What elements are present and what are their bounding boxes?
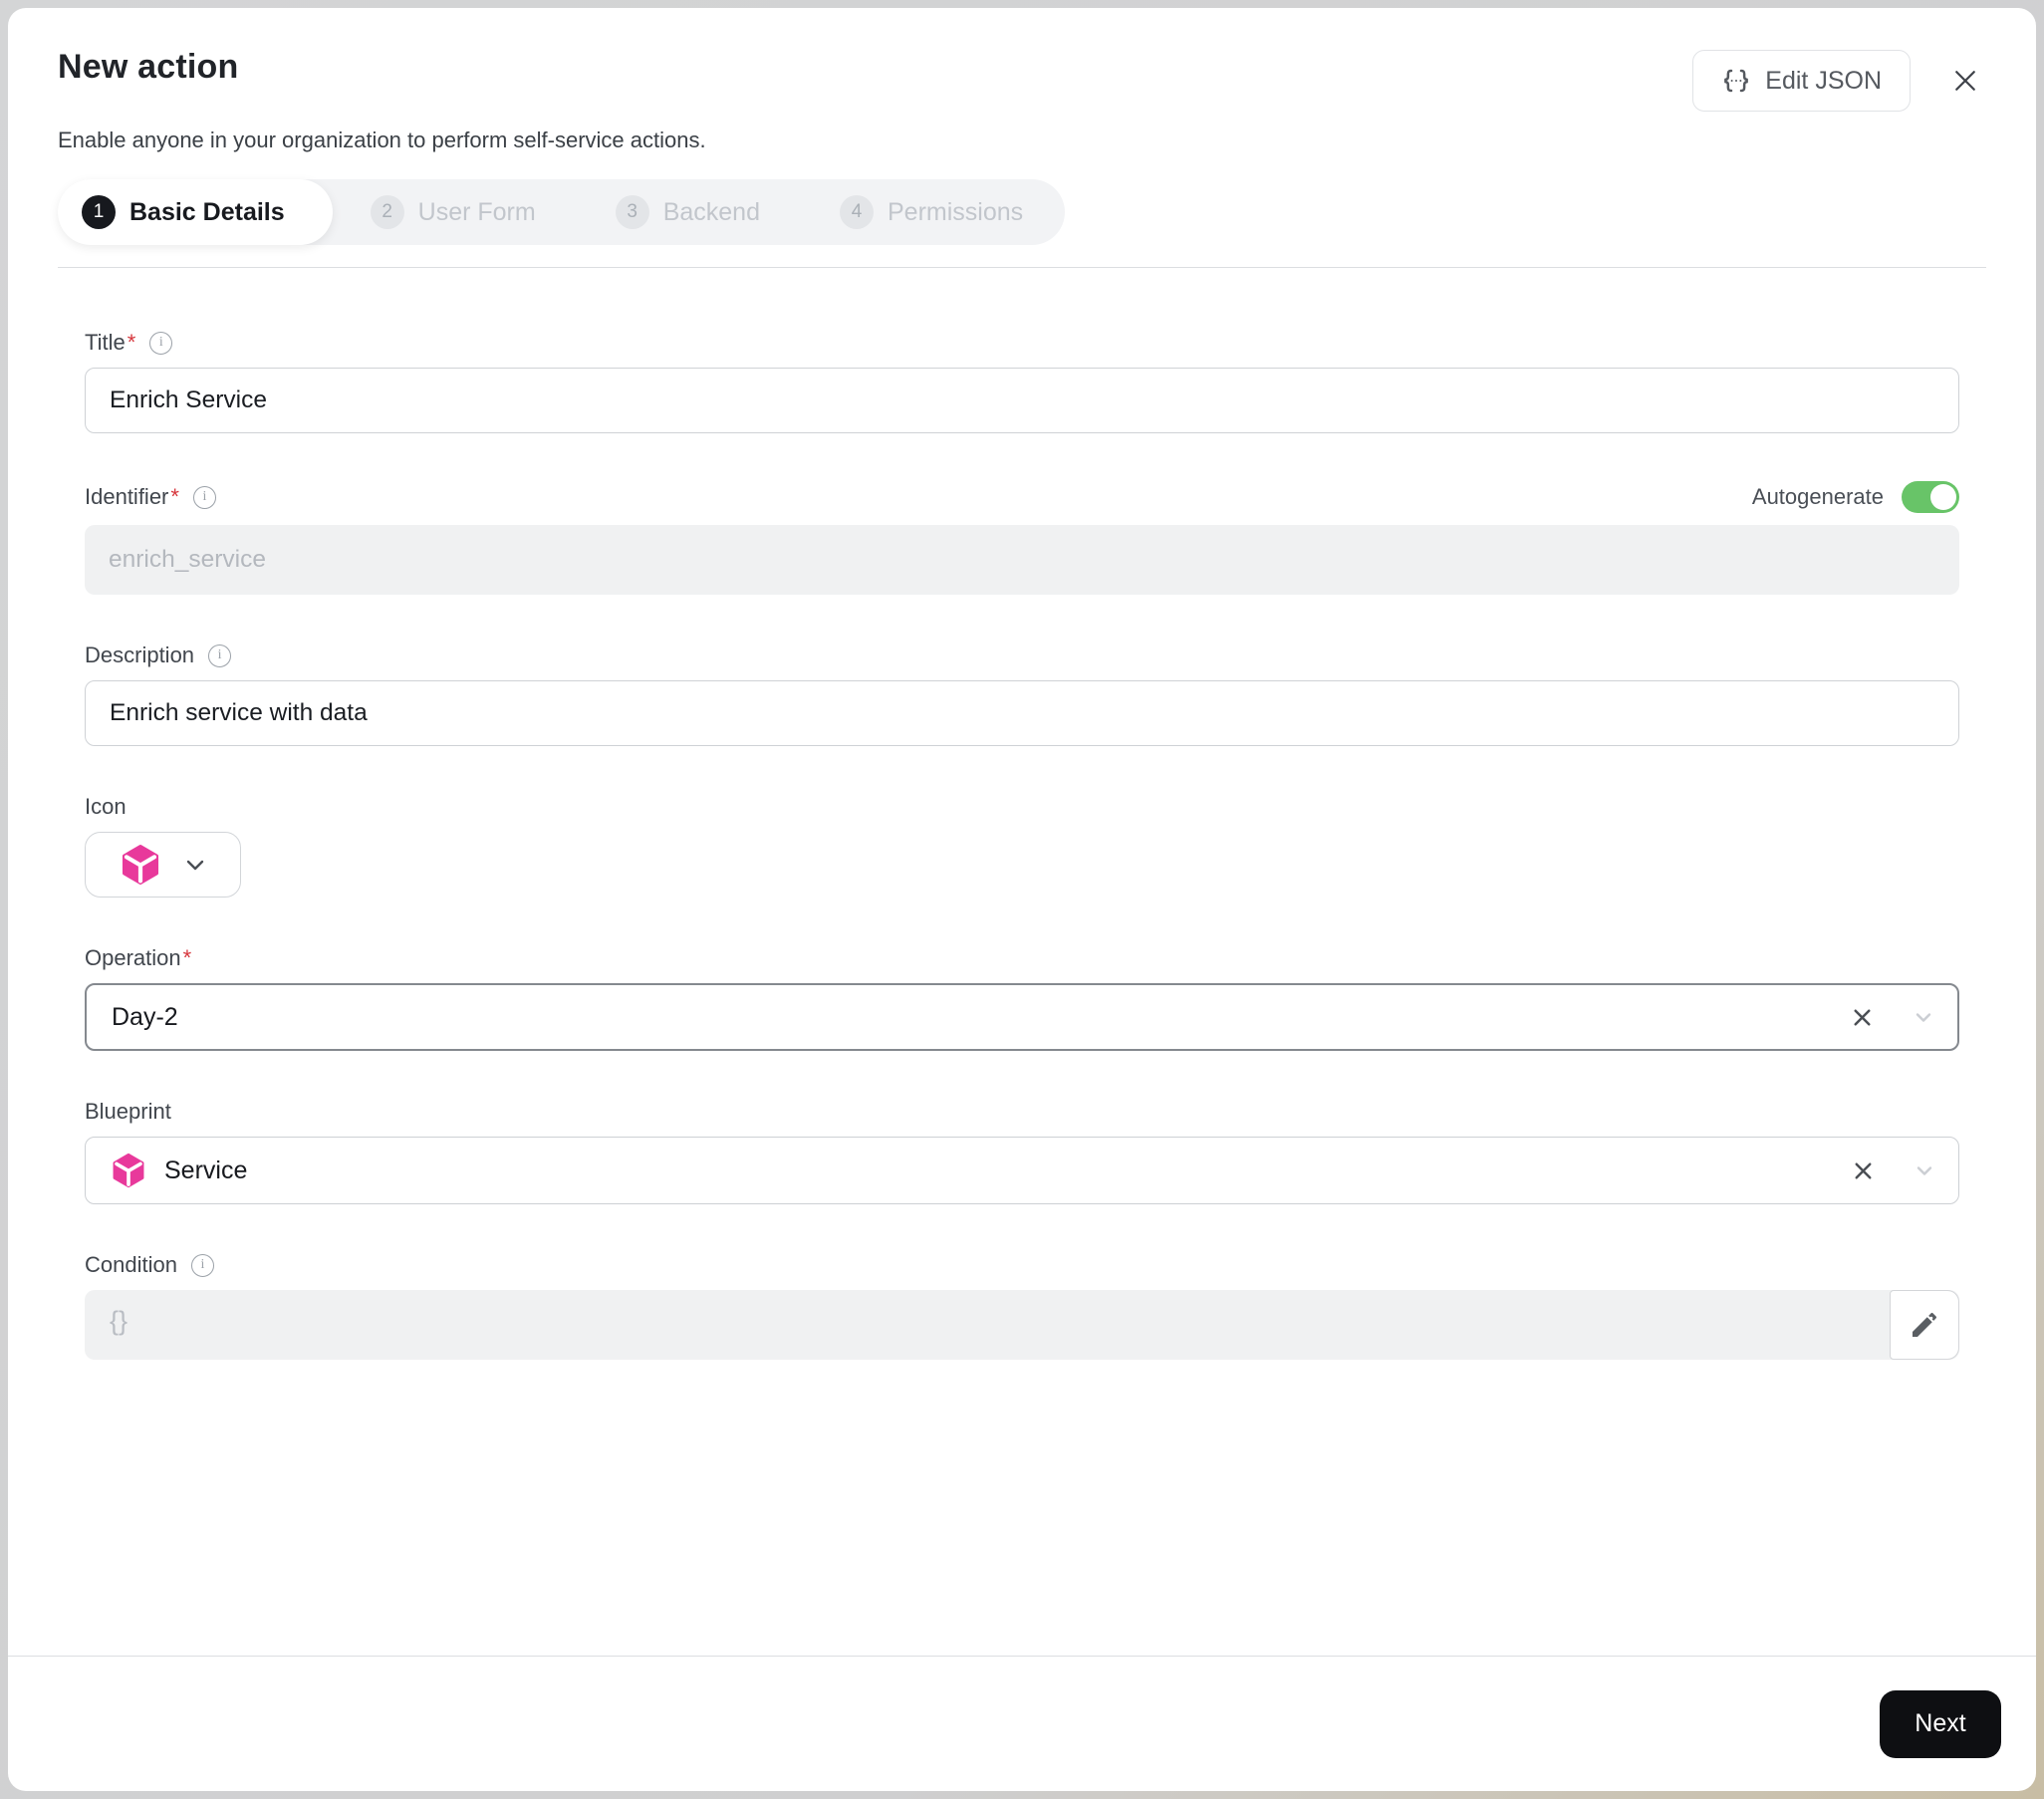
operation-value: Day-2 xyxy=(112,1002,178,1031)
title-field-group: Title* i xyxy=(85,330,1959,433)
code-braces-icon xyxy=(1721,66,1751,96)
condition-input: {} xyxy=(85,1290,1959,1360)
edit-condition-button[interactable] xyxy=(1890,1290,1959,1360)
close-icon xyxy=(1950,66,1980,96)
condition-field-group: Condition i {} xyxy=(85,1252,1959,1360)
step-number-badge: 4 xyxy=(840,195,874,229)
identifier-field-group: Identifier* i Autogenerate xyxy=(85,481,1959,595)
info-icon[interactable]: i xyxy=(190,1253,214,1277)
pencil-icon xyxy=(1909,1309,1940,1341)
modal-footer: Next xyxy=(8,1656,2036,1791)
chevron-down-icon xyxy=(1912,1005,1935,1029)
cube-icon xyxy=(111,1153,146,1188)
clear-icon[interactable] xyxy=(1845,1000,1880,1035)
step-label: Backend xyxy=(662,197,760,226)
cube-icon xyxy=(120,844,161,886)
autogenerate-toggle[interactable] xyxy=(1902,481,1959,513)
tab-basic-details[interactable]: 1 Basic Details xyxy=(58,179,333,245)
info-icon[interactable]: i xyxy=(149,331,173,355)
edit-json-button[interactable]: Edit JSON xyxy=(1692,50,1911,112)
blueprint-field-group: Blueprint Service xyxy=(85,1099,1959,1204)
description-input[interactable] xyxy=(85,680,1959,746)
condition-placeholder: {} xyxy=(110,1306,128,1336)
modal-subtitle: Enable anyone in your organization to pe… xyxy=(58,128,706,152)
step-number-badge: 3 xyxy=(615,195,649,229)
icon-label: Icon xyxy=(85,794,127,819)
close-button[interactable] xyxy=(1944,60,1986,102)
required-asterisk: * xyxy=(182,945,192,970)
blueprint-select[interactable]: Service xyxy=(85,1137,1959,1204)
required-asterisk: * xyxy=(127,330,136,355)
chevron-down-icon xyxy=(1913,1158,1936,1182)
screen-background: New action Edit JSON Enable anyone in yo… xyxy=(0,0,2044,1799)
step-label: Permissions xyxy=(888,197,1024,226)
title-label: Title* xyxy=(85,330,136,355)
required-asterisk: * xyxy=(170,484,179,509)
tab-user-form[interactable]: 2 User Form xyxy=(333,179,578,245)
info-icon[interactable]: i xyxy=(192,485,216,509)
icon-dropdown[interactable] xyxy=(85,832,241,898)
next-button[interactable]: Next xyxy=(1880,1689,2001,1758)
tab-backend[interactable]: 3 Backend xyxy=(578,179,802,245)
step-number-badge: 1 xyxy=(82,195,116,229)
identifier-input xyxy=(85,525,1959,595)
clear-icon[interactable] xyxy=(1846,1154,1881,1188)
blueprint-label: Blueprint xyxy=(85,1099,171,1124)
condition-label: Condition xyxy=(85,1252,177,1277)
modal-header: New action Edit JSON Enable anyone in yo… xyxy=(8,8,2036,268)
page-title: New action xyxy=(58,48,239,86)
operation-label: Operation* xyxy=(85,945,192,970)
blueprint-value: Service xyxy=(164,1156,248,1184)
step-number-badge: 2 xyxy=(370,195,404,229)
stepper: 1 Basic Details 2 User Form 3 Backend 4 … xyxy=(58,179,1066,245)
icon-field-group: Icon xyxy=(85,794,1959,898)
new-action-modal: New action Edit JSON Enable anyone in yo… xyxy=(8,8,2036,1791)
title-input[interactable] xyxy=(85,368,1959,433)
step-label: Basic Details xyxy=(129,197,285,226)
description-field-group: Description i xyxy=(85,642,1959,746)
tab-permissions[interactable]: 4 Permissions xyxy=(802,179,1065,245)
identifier-label: Identifier* xyxy=(85,484,179,509)
operation-field-group: Operation* Day-2 xyxy=(85,945,1959,1051)
description-label: Description xyxy=(85,642,195,667)
operation-select[interactable]: Day-2 xyxy=(85,983,1959,1051)
edit-json-label: Edit JSON xyxy=(1765,66,1882,95)
autogenerate-label: Autogenerate xyxy=(1751,484,1884,509)
chevron-down-icon xyxy=(183,853,207,877)
form-body: Title* i Identifier* i Autogenerate xyxy=(8,268,2036,1656)
info-icon[interactable]: i xyxy=(208,643,232,667)
step-label: User Form xyxy=(417,197,536,226)
toggle-knob xyxy=(1930,484,1956,510)
